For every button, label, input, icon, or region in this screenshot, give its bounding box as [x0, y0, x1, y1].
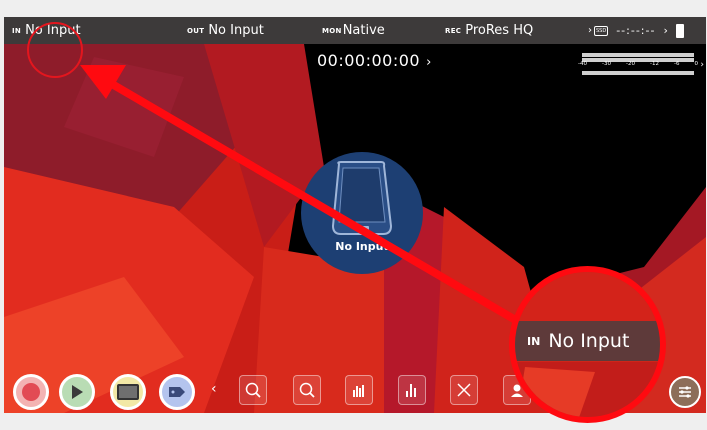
focus-peaking-button[interactable] — [450, 375, 478, 405]
waveform-icon — [353, 385, 364, 397]
callout-input-tag: IN — [527, 334, 541, 348]
waveform-button[interactable] — [345, 375, 373, 405]
zoom-2x-icon — [299, 382, 315, 398]
tag-button[interactable] — [159, 374, 195, 410]
zoom-2x-button[interactable] — [293, 375, 321, 405]
sliders-icon — [679, 386, 691, 398]
vectorscope-icon — [406, 384, 416, 397]
record-icon — [22, 383, 40, 401]
play-button[interactable] — [59, 374, 95, 410]
monitor-mode-button[interactable] — [110, 374, 146, 410]
zoom-callout: IN No Input — [509, 266, 666, 423]
tag-icon — [169, 387, 185, 397]
play-icon — [72, 385, 83, 399]
zoom-1to1-icon — [245, 382, 261, 398]
focus-peaking-icon — [457, 383, 471, 397]
callout-input-status: IN No Input — [515, 321, 660, 361]
annotation-circle — [27, 22, 83, 78]
vectorscope-button[interactable] — [398, 375, 426, 405]
record-button[interactable] — [13, 374, 49, 410]
zoom-1to1-button[interactable] — [239, 375, 267, 405]
monitor-icon — [117, 384, 139, 400]
settings-button[interactable] — [669, 376, 701, 408]
callout-input-value: No Input — [548, 330, 630, 352]
chevron-left-icon[interactable]: ‹ — [211, 381, 217, 397]
